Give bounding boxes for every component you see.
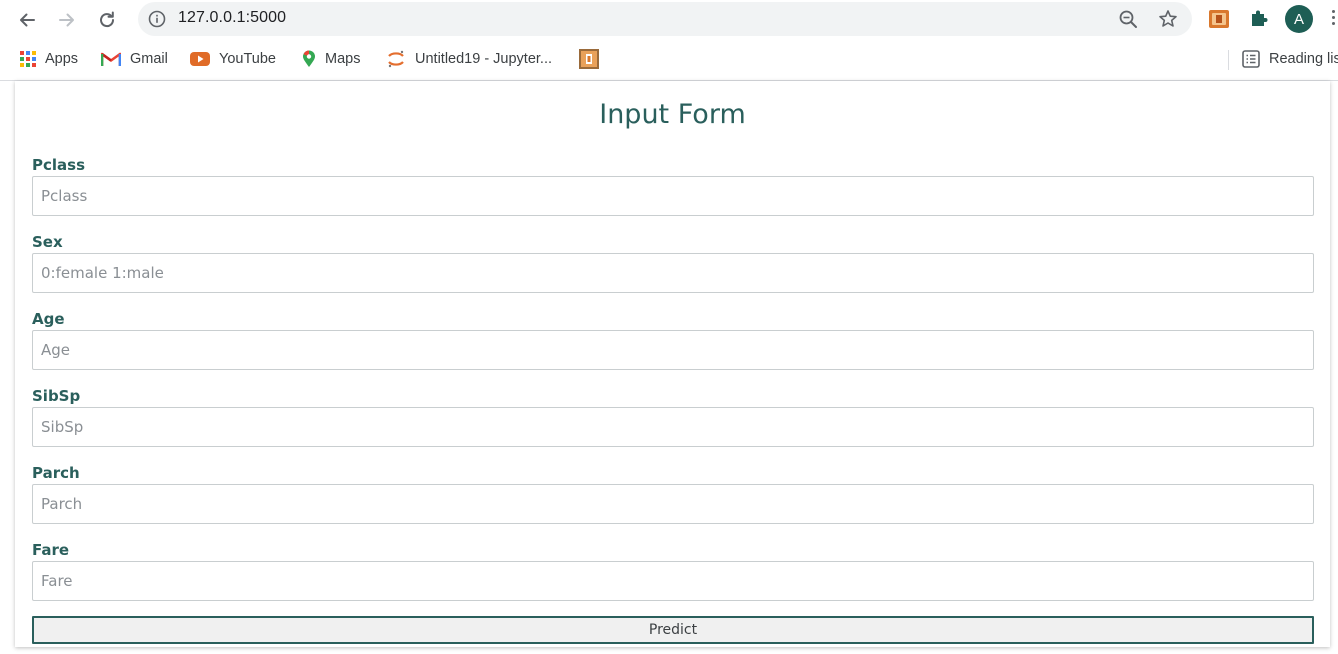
site-info-icon[interactable] xyxy=(148,10,166,28)
profile-avatar[interactable]: A xyxy=(1285,5,1313,33)
youtube-icon xyxy=(190,51,210,67)
bookmark-gmail[interactable]: Gmail xyxy=(101,49,168,69)
fare-input[interactable] xyxy=(32,561,1314,601)
maps-pin-icon xyxy=(302,50,316,68)
address-bar[interactable]: 127.0.0.1:5000 xyxy=(138,2,1192,36)
extensions-button[interactable] xyxy=(1249,8,1269,32)
bookmark-jupyter[interactable]: Untitled19 - Jupyter... xyxy=(386,49,552,69)
sex-label: Sex xyxy=(32,233,63,251)
reload-button[interactable] xyxy=(94,7,120,33)
bookmark-label: Gmail xyxy=(130,51,168,67)
bookmark-label: Maps xyxy=(325,51,361,67)
puzzle-piece-icon xyxy=(1252,10,1268,26)
browser-toolbar: 127.0.0.1:5000 A xyxy=(0,0,1338,40)
extension-icon[interactable] xyxy=(1208,8,1230,34)
reading-list-icon xyxy=(1242,50,1260,68)
back-button[interactable] xyxy=(14,7,40,33)
bookmark-youtube[interactable]: YouTube xyxy=(190,49,276,69)
age-input[interactable] xyxy=(32,330,1314,370)
parch-label: Parch xyxy=(32,464,80,482)
bookmark-label: YouTube xyxy=(219,51,276,67)
reading-list-label: Reading lis xyxy=(1269,51,1338,67)
parch-input[interactable] xyxy=(32,484,1314,524)
pclass-input[interactable] xyxy=(32,176,1314,216)
forward-button[interactable] xyxy=(54,7,80,33)
apps-grid-icon xyxy=(20,51,36,67)
bookmark-label: Untitled19 - Jupyter... xyxy=(415,51,553,67)
url-text[interactable]: 127.0.0.1:5000 xyxy=(178,9,286,27)
bookmark-maps[interactable]: Maps xyxy=(302,49,360,69)
input-form: Input Form Pclass Sex Age SibSp Parch Fa… xyxy=(15,81,1330,647)
gmail-icon xyxy=(101,51,121,67)
bookmarks-bar: Apps Gmail YouTube Maps Untitled19 - Jup… xyxy=(0,40,1338,78)
back-arrow-icon xyxy=(20,13,35,27)
bookmarks-separator xyxy=(1228,50,1229,70)
bookmark-star-icon[interactable] xyxy=(1158,9,1178,29)
zoom-icon[interactable] xyxy=(1118,9,1138,29)
fare-label: Fare xyxy=(32,541,70,559)
sibsp-label: SibSp xyxy=(32,387,81,405)
bookmark-apps[interactable]: Apps xyxy=(20,49,78,69)
pclass-label: Pclass xyxy=(32,156,86,174)
forward-arrow-icon xyxy=(59,13,74,27)
bookmark-label: Apps xyxy=(45,51,79,67)
jupyter-icon xyxy=(386,49,406,69)
sex-input[interactable] xyxy=(32,253,1314,293)
sibsp-input[interactable] xyxy=(32,407,1314,447)
age-label: Age xyxy=(32,310,65,328)
form-title: Input Form xyxy=(599,99,746,130)
bookmark-extension-icon xyxy=(579,49,599,69)
bookmark-extension[interactable] xyxy=(579,49,608,69)
predict-button[interactable]: Predict xyxy=(32,616,1314,644)
reading-list-button[interactable]: Reading lis xyxy=(1242,49,1338,69)
orange-extension-icon xyxy=(1209,10,1229,28)
reload-icon xyxy=(100,11,115,28)
page-viewport: Input Form Pclass Sex Age SibSp Parch Fa… xyxy=(0,81,1338,654)
browser-menu-icon[interactable] xyxy=(1330,8,1338,30)
